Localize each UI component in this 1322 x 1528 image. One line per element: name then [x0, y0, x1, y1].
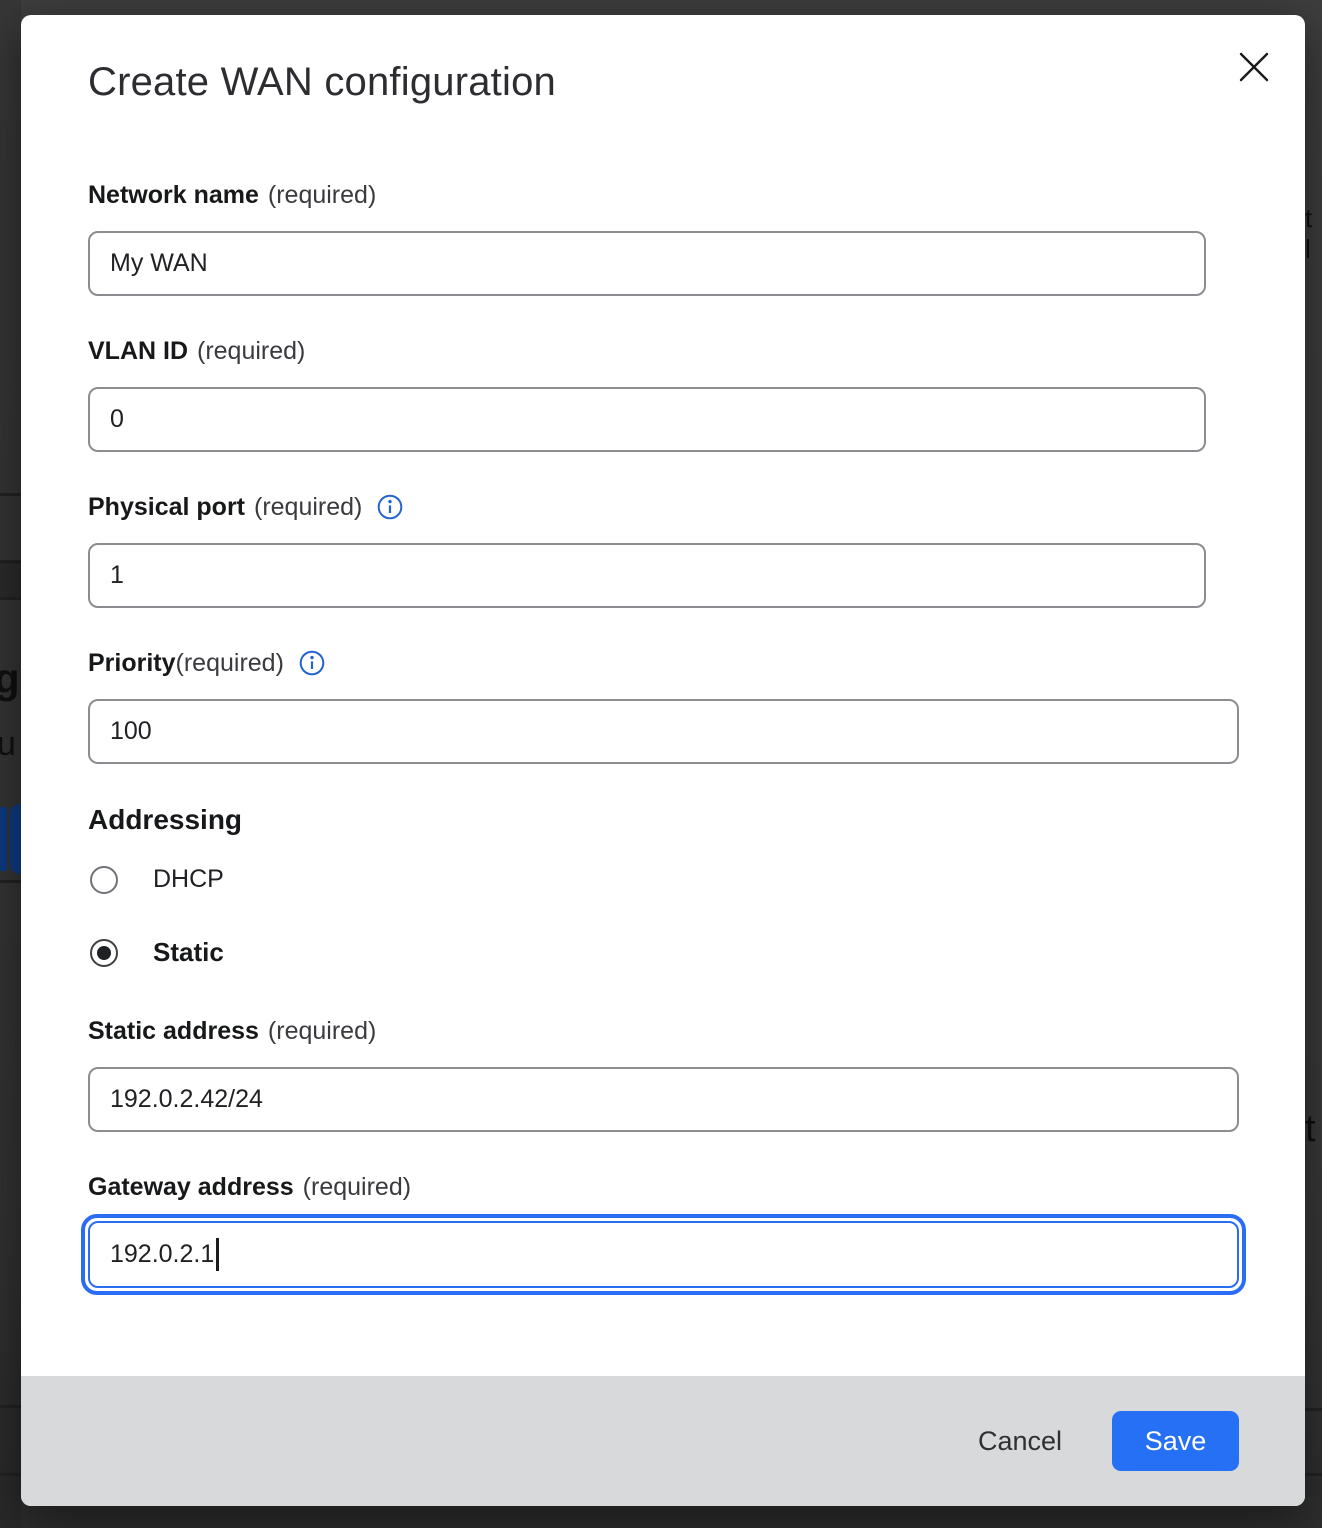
backdrop-table-line — [0, 597, 21, 600]
static-radio-label: Static — [153, 937, 224, 968]
addressing-option-static[interactable]: Static — [90, 937, 1239, 968]
physical-port-value: 1 — [110, 561, 124, 590]
backdrop-text-fragment: t l — [1305, 203, 1322, 265]
create-wan-dialog: Create WAN configuration Network name (r… — [21, 15, 1305, 1506]
physical-port-input[interactable]: 1 — [88, 543, 1206, 608]
backdrop-blue-button-fragment — [0, 807, 7, 871]
backdrop-table-line — [0, 880, 21, 883]
static-address-label: Static address (required) — [88, 1016, 1239, 1046]
dialog-footer: Cancel Save — [21, 1376, 1305, 1506]
dialog-title: Create WAN configuration — [88, 58, 1238, 106]
dhcp-radio-label: DHCP — [153, 865, 224, 894]
backdrop-table-row — [0, 562, 21, 597]
backdrop-text-fragment: u — [0, 725, 16, 764]
network-name-value: My WAN — [110, 249, 208, 278]
screen: g u t l t Create WAN configuration Netwo… — [0, 0, 1322, 1528]
backdrop-table-line — [0, 1473, 21, 1476]
radio-icon[interactable] — [90, 866, 118, 894]
info-icon[interactable] — [377, 494, 403, 520]
vlan-id-input[interactable]: 0 — [88, 387, 1206, 452]
gateway-address-label: Gateway address (required) — [88, 1172, 1239, 1202]
gateway-address-value: 192.0.2.1 — [110, 1240, 214, 1269]
static-address-value: 192.0.2.42/24 — [110, 1085, 263, 1114]
network-name-label: Network name (required) — [88, 180, 1239, 210]
vlan-id-label: VLAN ID (required) — [88, 336, 1239, 366]
backdrop-table-line — [0, 1405, 21, 1408]
backdrop-table-line — [1305, 1473, 1322, 1476]
backdrop-table-line — [0, 493, 21, 496]
priority-input[interactable]: 100 — [88, 699, 1239, 764]
gateway-address-focus-ring: 192.0.2.1 — [81, 1214, 1246, 1295]
backdrop-table-line — [1305, 1408, 1322, 1411]
priority-value: 100 — [110, 717, 152, 746]
gateway-address-input[interactable]: 192.0.2.1 — [88, 1221, 1239, 1288]
network-name-input[interactable]: My WAN — [88, 231, 1206, 296]
physical-port-label: Physical port (required) — [88, 492, 1239, 522]
backdrop-text-fragment: t — [1305, 1108, 1316, 1151]
info-icon[interactable] — [299, 650, 325, 676]
addressing-heading: Addressing — [88, 803, 1239, 837]
addressing-option-dhcp[interactable]: DHCP — [90, 865, 1239, 894]
text-caret — [216, 1238, 219, 1271]
cancel-button[interactable]: Cancel — [978, 1426, 1062, 1457]
backdrop-left-band — [0, 0, 21, 1528]
static-address-input[interactable]: 192.0.2.42/24 — [88, 1067, 1239, 1132]
radio-selected-icon[interactable] — [90, 939, 118, 967]
backdrop-text-fragment: g — [0, 655, 20, 703]
priority-label: Priority (required) — [88, 648, 1239, 678]
vlan-id-value: 0 — [110, 405, 124, 434]
save-button[interactable]: Save — [1112, 1411, 1239, 1471]
close-button[interactable] — [1236, 50, 1272, 86]
close-icon — [1239, 52, 1269, 85]
